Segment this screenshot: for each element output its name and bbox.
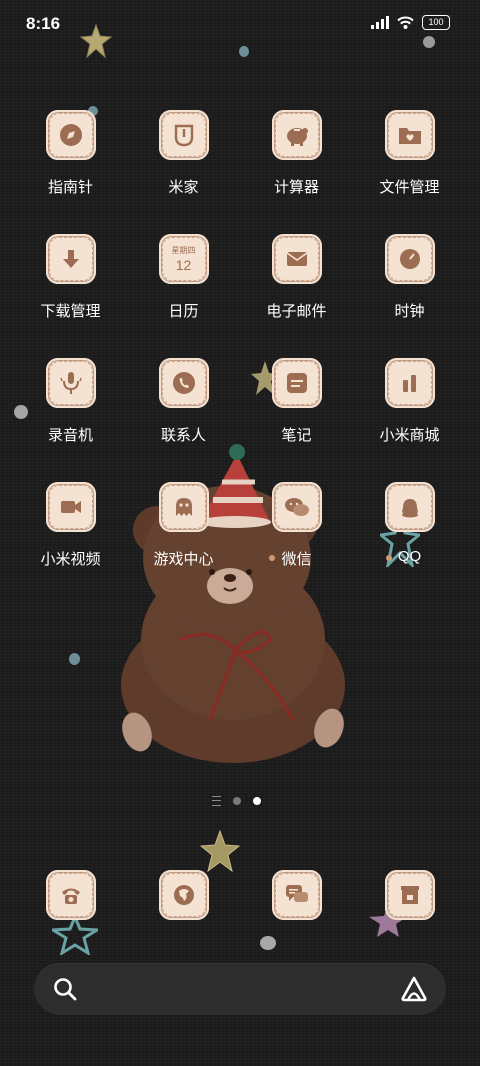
wechat-icon[interactable]: [271, 482, 322, 532]
dock-app-store[interactable]: [353, 870, 466, 920]
dock-browser[interactable]: [127, 870, 240, 920]
page-dot-active[interactable]: [253, 797, 261, 805]
status-icons: 100: [371, 15, 450, 30]
phone-icon[interactable]: [45, 870, 96, 920]
dock-messages[interactable]: [240, 870, 353, 920]
signal-icon: [371, 16, 389, 29]
app-label: 小米商城: [379, 427, 440, 444]
phone-contact-icon[interactable]: [158, 358, 209, 408]
notes-icon[interactable]: [271, 358, 322, 408]
app-label: 微信: [269, 548, 312, 569]
app-calculator[interactable]: 计算器: [240, 110, 353, 197]
status-bar: 8:16 100: [0, 0, 480, 50]
page-dot[interactable]: [233, 797, 241, 805]
app-calendar[interactable]: 星期四 12 日历: [127, 234, 240, 321]
app-email[interactable]: 电子邮件: [240, 234, 353, 321]
app-mi-video[interactable]: 小米视频: [14, 482, 127, 569]
calculator-icon[interactable]: [271, 110, 322, 160]
clock-icon[interactable]: [384, 234, 435, 284]
app-mi-store[interactable]: 小米商城: [353, 358, 466, 445]
pebble-decoration: [423, 36, 435, 48]
app-label: QQ: [385, 548, 422, 565]
star-decoration-icon: [200, 829, 240, 873]
dock: [14, 870, 466, 920]
download-icon[interactable]: [45, 234, 96, 284]
ghost-icon[interactable]: [158, 482, 209, 532]
app-contacts[interactable]: 联系人: [127, 358, 240, 445]
search-bar[interactable]: [34, 963, 446, 1015]
app-label: 游戏中心: [153, 551, 214, 568]
star-decoration-icon: [52, 915, 98, 955]
pebble-decoration: [260, 936, 276, 950]
feed-page-icon[interactable]: [212, 796, 221, 806]
compass-icon[interactable]: [45, 110, 96, 160]
page-indicator[interactable]: [212, 796, 261, 806]
assistant-icon[interactable]: [400, 975, 428, 1003]
browser-icon[interactable]: [158, 870, 209, 920]
app-label: 米家: [168, 179, 199, 196]
app-wechat[interactable]: 微信: [240, 482, 353, 569]
pebble-decoration: [239, 46, 249, 57]
calendar-weekday: 星期四: [171, 245, 196, 255]
store-icon[interactable]: [384, 358, 435, 408]
app-label: 日历: [168, 303, 199, 320]
app-qq[interactable]: QQ: [353, 482, 466, 569]
folder-icon[interactable]: [384, 110, 435, 160]
new-install-dot: [269, 555, 276, 561]
app-mijia[interactable]: 米家: [127, 110, 240, 197]
app-label: 联系人: [160, 427, 206, 444]
app-label: 计算器: [273, 179, 319, 196]
app-label-text: QQ: [397, 548, 422, 565]
star-decoration-icon: [80, 24, 112, 58]
new-install-dot: [385, 555, 392, 561]
app-recorder[interactable]: 录音机: [14, 358, 127, 445]
app-game-center[interactable]: 游戏中心: [127, 482, 240, 569]
app-label: 指南针: [47, 179, 93, 196]
microphone-icon[interactable]: [45, 358, 96, 408]
app-notes[interactable]: 笔记: [240, 358, 353, 445]
app-label: 笔记: [281, 427, 312, 444]
app-downloads[interactable]: 下载管理: [14, 234, 127, 321]
app-compass[interactable]: 指南针: [14, 110, 127, 197]
app-label: 小米视频: [40, 551, 101, 568]
status-time: 8:16: [26, 14, 61, 33]
app-label: 下载管理: [40, 303, 101, 320]
messages-icon[interactable]: [271, 870, 322, 920]
app-label: 电子邮件: [266, 303, 327, 320]
app-label: 时钟: [394, 303, 425, 320]
app-label-text: 微信: [281, 551, 312, 568]
search-icon[interactable]: [52, 976, 78, 1002]
qq-icon[interactable]: [384, 482, 435, 532]
app-store-icon[interactable]: [384, 870, 435, 920]
wifi-icon: [397, 16, 414, 29]
app-grid: 指南针 米家 计算器 文件管理 下载管理 星期四 12 日历 电子邮件 时钟 录…: [14, 110, 466, 569]
dock-phone[interactable]: [14, 870, 127, 920]
app-clock[interactable]: 时钟: [353, 234, 466, 321]
app-label: 录音机: [47, 427, 93, 444]
app-file-manager[interactable]: 文件管理: [353, 110, 466, 197]
calendar-day: 12: [175, 256, 192, 273]
battery-icon: 100: [422, 15, 450, 30]
app-label: 文件管理: [379, 179, 440, 196]
mail-icon[interactable]: [271, 234, 322, 284]
pebble-decoration: [69, 653, 80, 665]
video-icon[interactable]: [45, 482, 96, 532]
mijia-icon[interactable]: [158, 110, 209, 160]
calendar-icon[interactable]: 星期四 12: [158, 234, 209, 284]
